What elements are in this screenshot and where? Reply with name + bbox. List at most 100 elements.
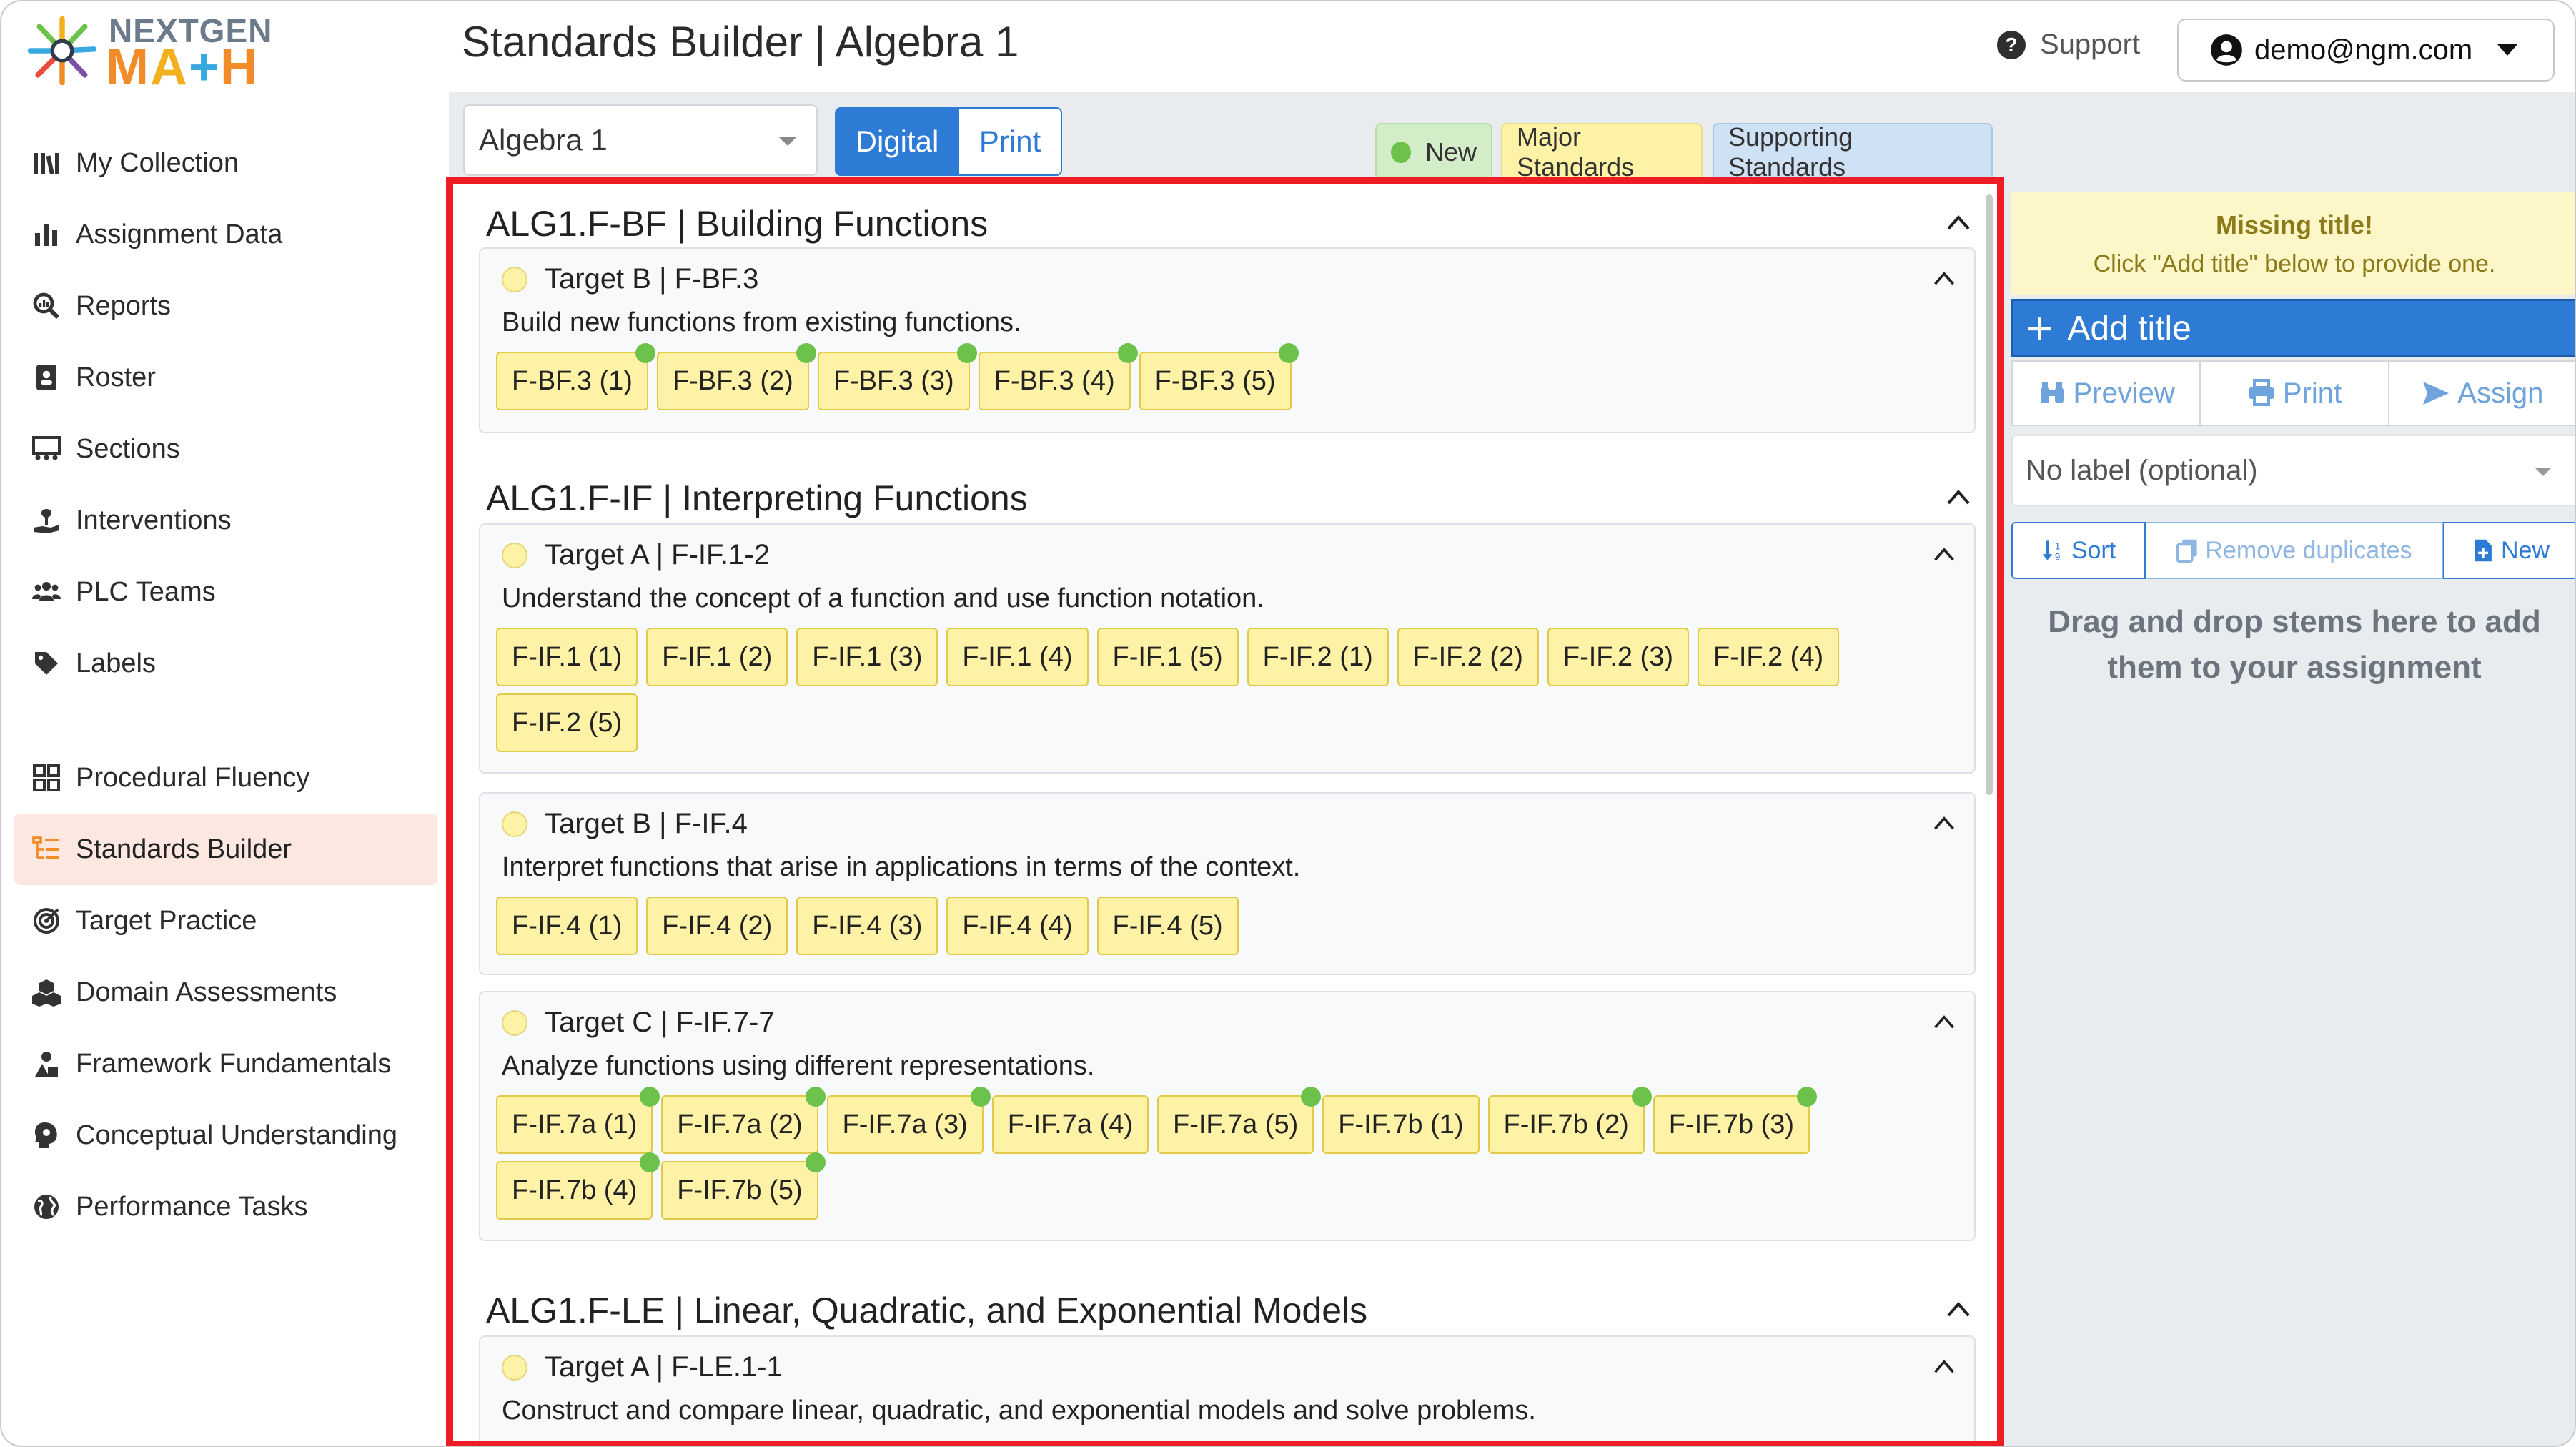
stem-chip-label: F-IF.4 (4) [962, 910, 1073, 941]
user-menu-button[interactable]: demo@ngm.com [2177, 19, 2555, 82]
stem-chip[interactable]: F-IF.7a (3) [826, 1087, 991, 1154]
stem-chip-list: F-IF.1 (1) F-IF.1 (2) F-IF.1 (3) F-IF.1 (4)… [496, 628, 1968, 752]
new-button[interactable]: New [2443, 522, 2575, 579]
sidebar-item-plc-teams[interactable]: PLC Teams [14, 556, 437, 628]
stem-chip[interactable]: F-BF.3 (1) [496, 343, 655, 410]
stem-chip[interactable]: F-BF.3 (2) [656, 343, 816, 410]
sidebar-item-domain-assessments[interactable]: Domain Assessments [14, 957, 437, 1028]
chevron-up-icon[interactable] [1931, 266, 1957, 292]
target-header[interactable]: Target A | F-IF.1-2 [502, 539, 770, 571]
standards-panel: ALG1.F-BF | Building Functions Target B |… [449, 184, 1998, 1446]
stem-chip[interactable]: F-IF.2 (2) [1397, 628, 1539, 686]
chevron-up-icon[interactable] [1931, 1354, 1957, 1380]
stem-chip-label: F-IF.2 (2) [1412, 641, 1523, 672]
stem-chip[interactable]: F-IF.4 (2) [646, 897, 788, 955]
stem-chip[interactable]: F-BF.3 (4) [978, 343, 1138, 410]
stem-chip[interactable]: F-IF.7b (5) [661, 1152, 826, 1220]
support-link[interactable]: ? Support [1997, 29, 2140, 61]
sidebar-item-labels[interactable]: Labels [14, 628, 437, 699]
cubes-icon [30, 976, 63, 1009]
domain-header[interactable]: ALG1.F-BF | Building Functions [486, 203, 1987, 245]
sidebar-item-performance-tasks[interactable]: Performance Tasks [14, 1171, 437, 1243]
stem-chip-label: F-IF.4 (5) [1112, 910, 1223, 941]
tag-icon [30, 647, 63, 680]
hand-seedling-icon [30, 504, 63, 537]
target-header[interactable]: Target A | F-LE.1-1 [502, 1351, 783, 1383]
stem-chip[interactable]: F-IF.1 (3) [796, 628, 938, 686]
sidebar-item-procedural-fluency[interactable]: Procedural Fluency [14, 742, 437, 814]
stem-chip[interactable]: F-IF.1 (4) [946, 628, 1089, 686]
sidebar-item-interventions[interactable]: Interventions [14, 485, 437, 556]
stem-chip[interactable]: F-IF.7b (4) [496, 1152, 660, 1220]
stem-chip-label: F-IF.7b (1) [1338, 1109, 1464, 1140]
stem-chip[interactable]: F-IF.7a (5) [1157, 1087, 1322, 1154]
sidebar-item-framework-fundamentals[interactable]: Framework Fundamentals [14, 1028, 437, 1100]
sidebar-item-sections[interactable]: Sections [14, 413, 437, 485]
chevron-up-icon[interactable] [1944, 1295, 1970, 1321]
nextgen-math-logo[interactable]: NEXTGEN MA+H [24, 10, 282, 96]
chevron-up-icon[interactable] [1931, 542, 1957, 568]
stem-chip[interactable]: F-IF.2 (1) [1247, 628, 1389, 686]
stem-chip[interactable]: F-IF.2 (4) [1698, 628, 1840, 686]
new-dot-icon [1278, 343, 1299, 363]
target-description: Analyze functions using different repres… [502, 1051, 1095, 1081]
new-label: New [2500, 536, 2550, 564]
assign-button[interactable]: Assign [2389, 362, 2575, 425]
sidebar-item-conceptual-understanding[interactable]: Conceptual Understanding [14, 1100, 437, 1171]
stem-chip[interactable]: F-IF.2 (5) [496, 693, 638, 752]
stem-chip[interactable]: F-IF.7a (1) [496, 1087, 660, 1154]
domain-header[interactable]: ALG1.F-LE | Linear, Quadratic, and Expon… [486, 1290, 1987, 1331]
domain-title: ALG1.F-IF | Interpreting Functions [486, 478, 1028, 518]
stem-chip[interactable]: F-IF.4 (3) [796, 897, 938, 955]
binoculars-icon [2040, 382, 2064, 403]
sidebar-item-standards-builder[interactable]: Standards Builder [14, 814, 437, 885]
sort-button[interactable]: 19 Sort [2011, 522, 2146, 579]
stem-chip[interactable]: F-IF.2 (3) [1547, 628, 1689, 686]
stem-chip[interactable]: F-IF.1 (5) [1096, 628, 1239, 686]
stem-chip[interactable]: F-IF.7a (2) [661, 1087, 826, 1154]
users-icon [30, 576, 63, 608]
target-header[interactable]: Target B | F-BF.3 [502, 263, 758, 295]
stem-chip[interactable]: F-IF.7b (2) [1487, 1087, 1652, 1154]
mode-digital-button[interactable]: Digital [835, 107, 959, 176]
sidebar-item-reports[interactable]: Reports [14, 270, 437, 342]
course-select[interactable]: Algebra 1 [463, 104, 818, 176]
stem-chip-label: F-IF.1 (1) [512, 641, 623, 672]
chevron-down-icon [779, 137, 796, 146]
add-title-button[interactable]: + Add title [2011, 299, 2575, 357]
chevron-up-icon[interactable] [1931, 811, 1957, 836]
sidebar-item-roster[interactable]: Roster [14, 342, 437, 413]
sidebar-item-label: Roster [76, 362, 156, 392]
stem-chip[interactable]: F-IF.7b (3) [1653, 1087, 1817, 1154]
remove-duplicates-button[interactable]: Remove duplicates [2146, 522, 2443, 579]
chevron-up-icon[interactable] [1944, 209, 1970, 234]
target-header[interactable]: Target C | F-IF.7-7 [502, 1007, 775, 1039]
new-dot-icon [1301, 1087, 1322, 1107]
sidebar-item-target-practice[interactable]: Target Practice [14, 885, 437, 957]
label-select[interactable]: No label (optional) [2011, 435, 2575, 506]
preview-button[interactable]: Preview [2013, 362, 2201, 425]
stem-chip[interactable]: F-BF.3 (5) [1139, 343, 1299, 410]
sidebar-item-my-collection[interactable]: My Collection [14, 127, 437, 199]
stem-chip[interactable]: F-IF.4 (5) [1096, 897, 1239, 955]
chevron-up-icon[interactable] [1944, 483, 1970, 509]
chevron-down-icon [2497, 44, 2517, 56]
domain-header[interactable]: ALG1.F-IF | Interpreting Functions [486, 478, 1987, 519]
stem-chip[interactable]: F-IF.7b (1) [1322, 1095, 1480, 1154]
printer-icon [2248, 379, 2274, 406]
new-dot-icon [970, 1087, 991, 1107]
stem-chip[interactable]: F-IF.7a (4) [991, 1095, 1149, 1154]
print-button[interactable]: Print [2201, 362, 2389, 425]
sidebar-item-assignment-data[interactable]: Assignment Data [14, 199, 437, 270]
drop-zone-hint[interactable]: Drag and drop stems here to add them to … [2011, 599, 2575, 691]
stem-chip[interactable]: F-IF.1 (2) [646, 628, 788, 686]
stem-chip[interactable]: F-IF.4 (4) [946, 897, 1089, 955]
new-dot-icon [640, 1152, 660, 1172]
stem-chip[interactable]: F-BF.3 (3) [817, 343, 977, 410]
sidebar-item-label: My Collection [76, 147, 239, 178]
chevron-up-icon[interactable] [1931, 1009, 1957, 1035]
mode-print-button[interactable]: Print [959, 107, 1062, 176]
target-header[interactable]: Target B | F-IF.4 [502, 808, 748, 840]
stem-chip[interactable]: F-IF.4 (1) [496, 897, 638, 955]
stem-chip[interactable]: F-IF.1 (1) [496, 628, 638, 686]
